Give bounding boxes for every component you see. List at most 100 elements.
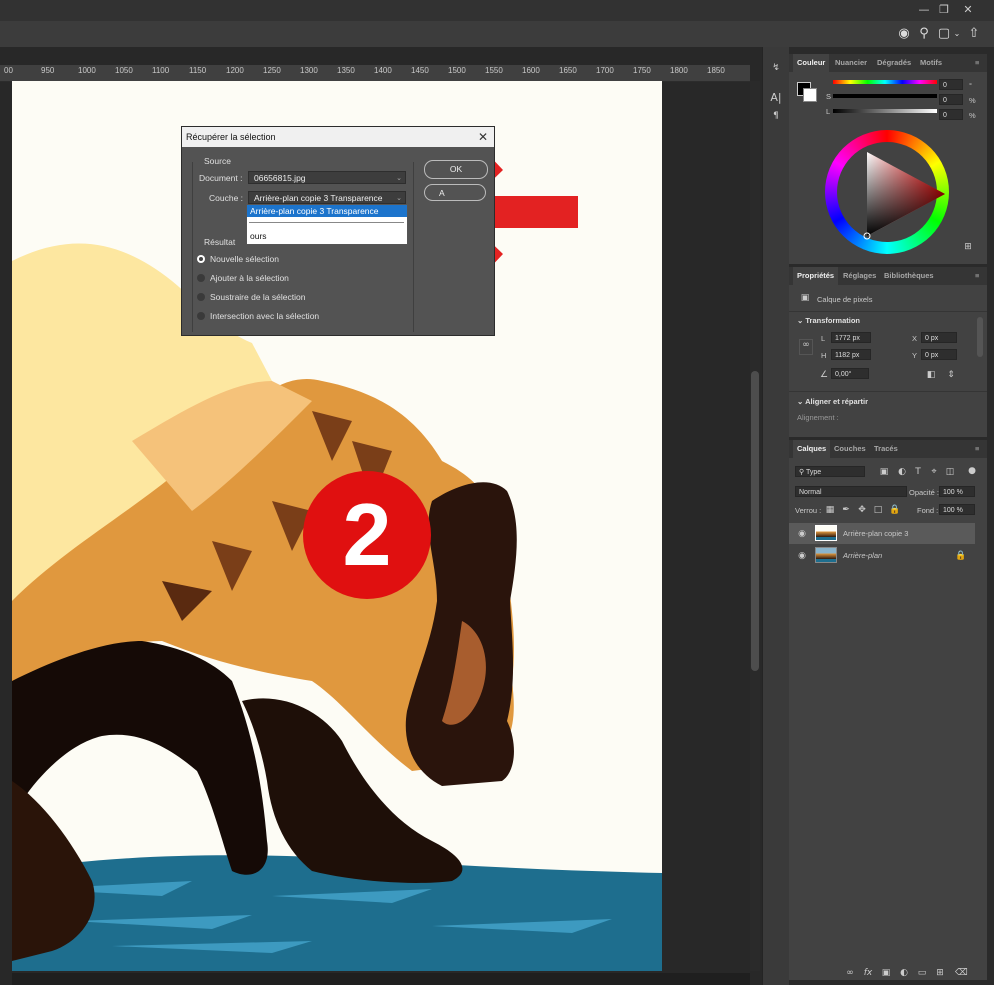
lightness-slider[interactable] bbox=[833, 109, 937, 113]
result-label: Résultat bbox=[204, 237, 236, 247]
align-header[interactable]: ⌄ Aligner et répartir bbox=[797, 397, 868, 406]
ok-button[interactable]: OK bbox=[424, 160, 488, 179]
tab-proprietes[interactable]: Propriétés bbox=[793, 267, 839, 285]
panel-menu-icon[interactable]: ≡ bbox=[975, 440, 979, 458]
tab-couleur[interactable]: Couleur bbox=[793, 54, 830, 72]
couche-label: Couche : bbox=[209, 193, 244, 203]
close-window-icon[interactable]: ✕ bbox=[958, 2, 978, 18]
lock-transparency-icon[interactable]: ▦ bbox=[825, 505, 835, 515]
workspace-icon[interactable]: ▢ bbox=[936, 26, 952, 42]
angle-input[interactable]: 0,00° bbox=[831, 368, 869, 379]
vertical-scroll-thumb[interactable] bbox=[751, 371, 759, 671]
hue-value[interactable]: 0 bbox=[939, 79, 963, 90]
history-icon[interactable]: ↯ bbox=[769, 63, 783, 73]
restore-icon[interactable]: ❐ bbox=[934, 2, 954, 18]
lock-all-icon[interactable]: 🔒 bbox=[889, 505, 900, 515]
ruler-tick-label: 1850 bbox=[707, 66, 725, 75]
search-icon[interactable]: ⚲ bbox=[916, 26, 932, 42]
width-input[interactable]: 1772 px bbox=[831, 332, 871, 343]
radio-intersect-selection[interactable] bbox=[197, 312, 205, 320]
tab-couches[interactable]: Couches bbox=[834, 440, 866, 458]
tab-calques[interactable]: Calques bbox=[793, 440, 831, 458]
link-icon[interactable]: ∞ bbox=[799, 339, 813, 355]
minimize-icon[interactable]: — bbox=[914, 2, 934, 18]
background-color-swatch[interactable] bbox=[803, 88, 817, 102]
fill-input[interactable]: 100 % bbox=[939, 504, 975, 515]
color-triangle[interactable] bbox=[849, 150, 949, 242]
document-select[interactable]: 06656815.jpg ⌄ bbox=[248, 171, 406, 184]
ruler-tick-label: 950 bbox=[41, 66, 55, 75]
filter-shape-icon[interactable]: ⌖ bbox=[929, 467, 939, 477]
tab-degrades[interactable]: Dégradés bbox=[877, 54, 911, 72]
options-bar: ◉ ⚲ ▢ ⌄ ⇧ bbox=[0, 21, 994, 48]
y-input[interactable]: 0 px bbox=[921, 349, 957, 360]
tab-reglages[interactable]: Réglages bbox=[843, 267, 876, 285]
tab-bibliotheques[interactable]: Bibliothèques bbox=[884, 267, 934, 285]
ruler-tick-label: 1250 bbox=[263, 66, 281, 75]
transformation-header[interactable]: ⌄ Transformation bbox=[797, 316, 860, 325]
tab-nuancier[interactable]: Nuancier bbox=[835, 54, 867, 72]
filter-toggle-icon[interactable]: ● bbox=[967, 466, 977, 476]
layers-panel: Calques Couches Tracés ≡ ⚲ Type ▣ ◐ T ⌖ … bbox=[789, 440, 987, 980]
vertical-scrollbar[interactable] bbox=[750, 81, 760, 971]
cancel-button[interactable]: A bbox=[424, 184, 486, 201]
group-folder-icon[interactable]: ▭ bbox=[917, 968, 927, 978]
add-color-icon[interactable]: ⊞ bbox=[963, 242, 973, 252]
chevron-down-icon: ⌄ bbox=[797, 316, 804, 325]
workspace-caret-icon[interactable]: ⌄ bbox=[952, 26, 962, 42]
flip-horizontal-icon[interactable]: ◧ bbox=[925, 370, 937, 380]
height-input[interactable]: 1182 px bbox=[831, 349, 871, 360]
panel-menu-icon[interactable]: ≡ bbox=[975, 267, 979, 285]
opacity-input[interactable]: 100 % bbox=[939, 486, 975, 497]
paragraph-icon[interactable]: ¶ bbox=[769, 111, 783, 121]
ruler-tick-label: 1350 bbox=[337, 66, 355, 75]
radio-label: Soustraire de la sélection bbox=[210, 292, 306, 302]
filter-pixel-icon[interactable]: ▣ bbox=[879, 467, 889, 477]
x-input[interactable]: 0 px bbox=[921, 332, 957, 343]
layer-row[interactable]: ◉ Arrière-plan copie 3 bbox=[789, 523, 975, 544]
mask-icon[interactable]: ▣ bbox=[881, 968, 891, 978]
trash-icon[interactable]: ⌫ bbox=[955, 968, 968, 978]
lightness-value[interactable]: 0 bbox=[939, 109, 963, 120]
lightness-unit: % bbox=[969, 111, 976, 120]
radio-add-selection[interactable] bbox=[197, 274, 205, 282]
dropdown-option-ours[interactable]: ours bbox=[247, 230, 407, 242]
layer-filter-select[interactable]: ⚲ Type bbox=[795, 466, 865, 477]
filter-type-icon[interactable]: T bbox=[913, 467, 923, 477]
dropdown-option-transparence[interactable]: Arrière-plan copie 3 Transparence bbox=[247, 205, 407, 217]
close-icon[interactable]: ✕ bbox=[478, 127, 488, 147]
filter-smart-icon[interactable]: ◫ bbox=[945, 467, 955, 477]
saturation-slider[interactable] bbox=[833, 94, 937, 98]
radio-label: Ajouter à la sélection bbox=[210, 273, 289, 283]
saturation-value[interactable]: 0 bbox=[939, 94, 963, 105]
color-panel-tabs: Couleur Nuancier Dégradés Motifs ≡ bbox=[789, 54, 987, 72]
blend-mode-select[interactable]: Normal bbox=[795, 486, 907, 497]
radio-subtract-selection[interactable] bbox=[197, 293, 205, 301]
panel-menu-icon[interactable]: ≡ bbox=[975, 54, 979, 72]
new-layer-icon[interactable]: ⊞ bbox=[935, 968, 945, 978]
layer-row[interactable]: ◉ Arrière-plan 🔒 bbox=[789, 545, 975, 566]
flip-vertical-icon[interactable]: ⇕ bbox=[945, 370, 957, 380]
radio-new-selection[interactable] bbox=[197, 255, 205, 263]
eye-icon[interactable]: ◉ bbox=[797, 551, 807, 561]
link-layers-icon[interactable]: ∞ bbox=[845, 968, 855, 978]
couche-select[interactable]: Arrière-plan copie 3 Transparence ⌄ bbox=[248, 191, 406, 204]
adjustment-layer-icon[interactable]: ◐ bbox=[899, 968, 909, 978]
cloud-user-icon[interactable]: ◉ bbox=[896, 26, 912, 42]
eye-icon[interactable]: ◉ bbox=[797, 529, 807, 539]
properties-scrollbar[interactable] bbox=[977, 317, 983, 357]
lock-brush-icon[interactable]: ✒ bbox=[841, 505, 851, 515]
tab-traces[interactable]: Tracés bbox=[874, 440, 898, 458]
hue-slider[interactable] bbox=[833, 80, 937, 84]
lock-position-icon[interactable]: ✥ bbox=[857, 505, 867, 515]
ruler-tick-label: 00 bbox=[4, 66, 13, 75]
tab-motifs[interactable]: Motifs bbox=[920, 54, 942, 72]
filter-adjustment-icon[interactable]: ◐ bbox=[897, 467, 907, 477]
ruler-tick-label: 1300 bbox=[300, 66, 318, 75]
share-icon[interactable]: ⇧ bbox=[966, 26, 982, 42]
lock-artboard-icon[interactable]: □ bbox=[873, 505, 883, 515]
horizontal-scrollbar[interactable] bbox=[12, 973, 750, 985]
fx-icon[interactable]: fx bbox=[863, 968, 873, 978]
ruler-tick-label: 1000 bbox=[78, 66, 96, 75]
character-icon[interactable]: A| bbox=[769, 92, 783, 103]
